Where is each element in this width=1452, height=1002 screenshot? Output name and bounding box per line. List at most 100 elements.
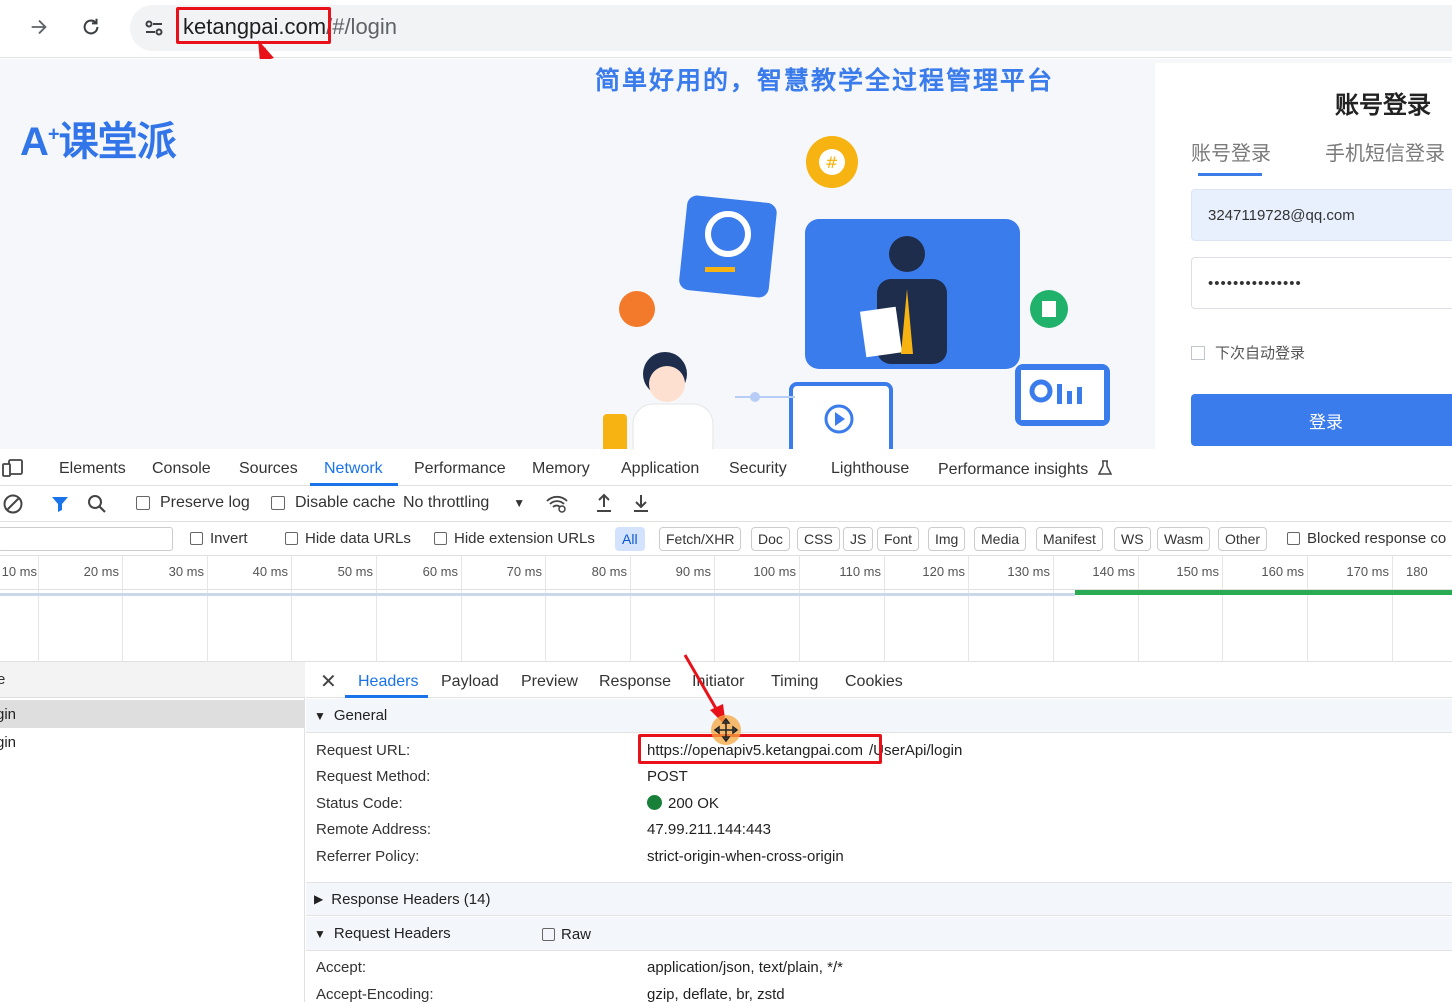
- request-headers-section-header[interactable]: ▼ Request Headers Raw: [306, 917, 1452, 951]
- blocked-response-checkbox[interactable]: Blocked response co: [1287, 530, 1446, 547]
- tab-cookies[interactable]: Cookies: [845, 673, 903, 691]
- filter-css[interactable]: CSS: [797, 527, 840, 551]
- filter-manifest[interactable]: Manifest: [1036, 527, 1103, 551]
- tab-response[interactable]: Response: [599, 673, 671, 691]
- tick-label: 130 ms: [1007, 564, 1050, 579]
- status-dot-icon: [647, 795, 662, 810]
- hide-extension-urls-checkbox[interactable]: Hide extension URLs: [434, 530, 595, 547]
- tick-label: 100 ms: [753, 564, 796, 579]
- remote-address-value: 47.99.211.144:443: [647, 821, 772, 838]
- tab-security[interactable]: Security: [729, 460, 787, 478]
- tab-performance[interactable]: Performance: [414, 460, 506, 478]
- preserve-log-box[interactable]: [136, 496, 150, 510]
- filter-doc[interactable]: Doc: [751, 527, 790, 551]
- preserve-log-label: Preserve log: [160, 494, 250, 511]
- tab-console[interactable]: Console: [152, 460, 211, 478]
- grid-line: [799, 556, 800, 662]
- logo-plus: +: [47, 123, 60, 146]
- tick-label: 150 ms: [1176, 564, 1219, 579]
- remember-me[interactable]: 下次自动登录: [1191, 342, 1305, 363]
- hide-data-urls-label: Hide data URLs: [305, 530, 411, 547]
- device-toolbar-icon[interactable]: [2, 458, 24, 483]
- disable-cache-label: Disable cache: [295, 494, 396, 511]
- tune-icon[interactable]: [142, 16, 166, 40]
- general-section-header[interactable]: ▼ General: [306, 699, 1452, 733]
- request-method-key: Request Method:: [316, 768, 431, 785]
- login-button[interactable]: 登录: [1191, 394, 1452, 446]
- tab-elements[interactable]: Elements: [59, 460, 126, 478]
- tab-sms-login[interactable]: 手机短信登录: [1325, 137, 1445, 166]
- referrer-policy-key: Referrer Policy:: [316, 848, 420, 865]
- clear-icon[interactable]: [2, 493, 24, 520]
- tab-account-login[interactable]: 账号登录: [1191, 137, 1271, 166]
- network-conditions-icon[interactable]: [545, 493, 569, 520]
- tab-memory[interactable]: Memory: [532, 460, 590, 478]
- tick-label: 160 ms: [1261, 564, 1304, 579]
- tab-application[interactable]: Application: [621, 460, 699, 478]
- name-column-header-fragment: e: [0, 671, 6, 688]
- tick-label: 20 ms: [83, 564, 119, 579]
- hide-data-urls-checkbox[interactable]: Hide data URLs: [285, 530, 411, 547]
- export-har-icon[interactable]: [631, 492, 651, 519]
- tick-label: 170 ms: [1346, 564, 1389, 579]
- raw-checkbox[interactable]: Raw: [542, 926, 591, 943]
- blocked-response-box[interactable]: [1287, 532, 1300, 545]
- timeline-bar-download: [1075, 590, 1452, 595]
- preserve-log-checkbox[interactable]: Preserve log: [136, 494, 250, 512]
- filter-input[interactable]: [0, 527, 173, 551]
- filter-icon[interactable]: [50, 494, 70, 519]
- response-headers-section-header[interactable]: ▶ Response Headers (14): [306, 882, 1452, 916]
- raw-box[interactable]: [542, 928, 555, 941]
- tab-headers[interactable]: Headers: [358, 673, 418, 691]
- filter-other[interactable]: Other: [1218, 527, 1268, 551]
- login-panel: 账号登录 账号登录 手机短信登录 3247119728@qq.com •••••…: [1155, 63, 1452, 449]
- request-row[interactable]: gin: [0, 700, 305, 728]
- throttling-select[interactable]: No throttling ▼: [403, 494, 525, 512]
- search-icon[interactable]: [86, 493, 108, 520]
- tab-performance-insights[interactable]: Performance insights: [938, 460, 1113, 479]
- import-har-icon[interactable]: [594, 492, 614, 519]
- tab-network[interactable]: Network: [324, 460, 383, 478]
- grid-line: [1138, 556, 1139, 662]
- grid-line: [884, 556, 885, 662]
- hide-extension-urls-label: Hide extension URLs: [454, 530, 595, 547]
- tick-label: 110 ms: [839, 564, 881, 579]
- disable-cache-box[interactable]: [271, 496, 285, 510]
- close-icon[interactable]: ✕: [320, 669, 337, 694]
- grid-line: [122, 556, 123, 662]
- request-row[interactable]: gin: [0, 728, 305, 756]
- remember-checkbox[interactable]: [1191, 345, 1205, 360]
- filter-font[interactable]: Font: [877, 527, 920, 551]
- remember-label: 下次自动登录: [1215, 345, 1306, 362]
- filter-js[interactable]: JS: [843, 527, 874, 551]
- reload-icon[interactable]: [76, 12, 106, 42]
- filter-fetch-xhr[interactable]: Fetch/XHR: [659, 527, 742, 551]
- arrow-right-icon[interactable]: [24, 12, 54, 42]
- invert-box[interactable]: [190, 532, 203, 545]
- response-headers-label: Response Headers (14): [331, 890, 491, 908]
- filter-img[interactable]: Img: [928, 527, 966, 551]
- account-field[interactable]: 3247119728@qq.com: [1191, 189, 1452, 241]
- password-field[interactable]: •••••••••••••••: [1191, 257, 1452, 309]
- invert-checkbox[interactable]: Invert: [190, 530, 248, 547]
- filter-ws[interactable]: WS: [1114, 527, 1151, 551]
- hide-data-urls-box[interactable]: [285, 532, 298, 545]
- grid-line: [545, 556, 546, 662]
- tab-lighthouse[interactable]: Lighthouse: [831, 460, 909, 478]
- tick-label: 120 ms: [922, 564, 965, 579]
- filter-media[interactable]: Media: [974, 527, 1027, 551]
- grid-line: [630, 556, 631, 662]
- site-logo[interactable]: A+课堂派: [20, 109, 177, 167]
- tab-sources[interactable]: Sources: [239, 460, 298, 478]
- raw-label: Raw: [561, 926, 592, 943]
- devtools-tabbar: Elements Console Sources Network Perform…: [0, 449, 1452, 486]
- hide-extension-urls-box[interactable]: [434, 532, 447, 545]
- tab-payload[interactable]: Payload: [441, 673, 499, 691]
- tab-preview[interactable]: Preview: [521, 673, 578, 691]
- timeline-overview[interactable]: 10 ms 20 ms 30 ms 40 ms 50 ms 60 ms 70 m…: [0, 556, 1452, 662]
- filter-wasm[interactable]: Wasm: [1157, 527, 1211, 551]
- disable-cache-checkbox[interactable]: Disable cache: [271, 494, 396, 512]
- filter-all[interactable]: All: [615, 527, 645, 551]
- url-path: /#/login: [326, 14, 398, 39]
- tab-timing[interactable]: Timing: [771, 673, 818, 691]
